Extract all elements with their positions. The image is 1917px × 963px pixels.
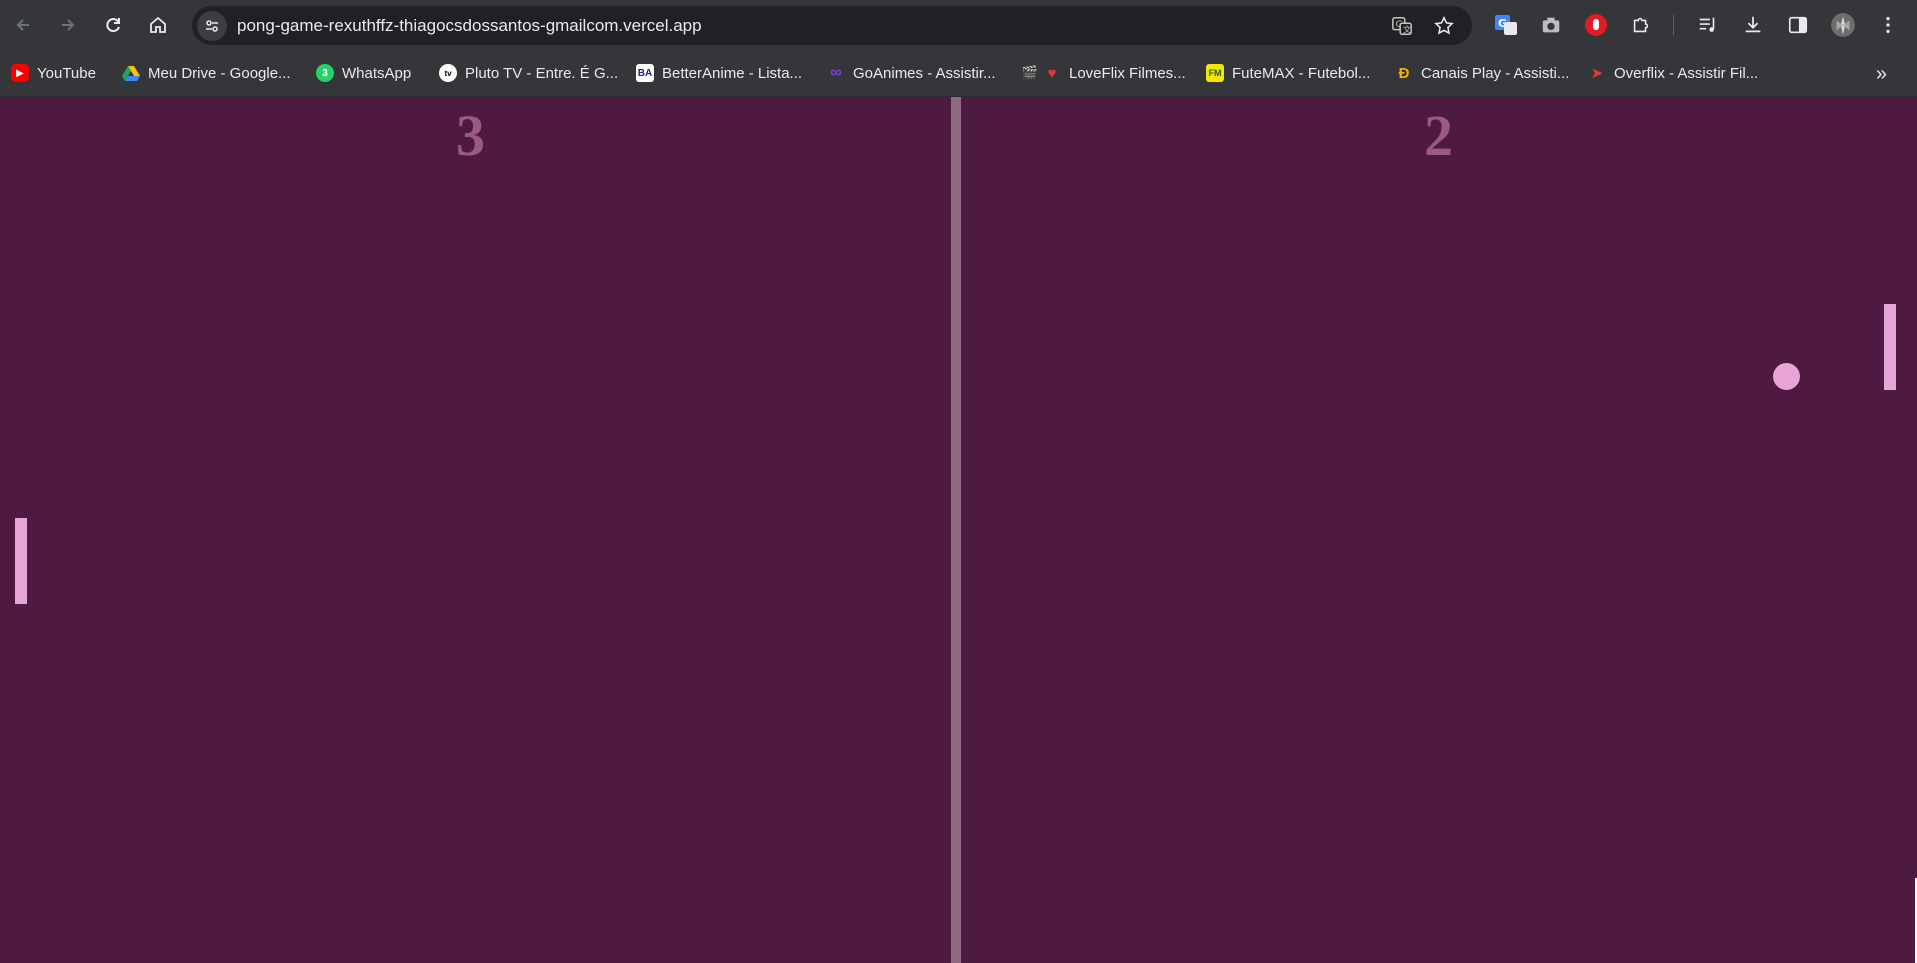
bookmark-whatsapp[interactable]: 3 WhatsApp xyxy=(316,61,411,85)
loveflix-icon: ♥ xyxy=(1047,64,1057,82)
bookmark-meu-drive[interactable]: Meu Drive - Google... xyxy=(122,61,291,85)
bookmark-label: YouTube xyxy=(37,64,96,82)
browser-toolbar: pong-game-rexuthffz-thiagocsdossantos-gm… xyxy=(0,0,1917,51)
google-drive-icon xyxy=(122,64,140,82)
bookmark-label: Meu Drive - Google... xyxy=(148,64,291,82)
bookmark-pluto-tv[interactable]: tv Pluto TV - Entre. É G... xyxy=(439,61,618,85)
home-button[interactable] xyxy=(140,7,176,43)
betteranime-icon: BA xyxy=(636,64,654,82)
reload-button[interactable] xyxy=(95,7,131,43)
translate-page-button[interactable]: G文 xyxy=(1390,14,1414,38)
side-panel-icon xyxy=(1788,16,1808,34)
bookmark-label: WhatsApp xyxy=(342,64,412,82)
bookmarks-bar: ▶ YouTube Meu Drive - Google... 3 WhatsA… xyxy=(0,51,1917,97)
bookmark-label: Canais Play - Assisti... xyxy=(1421,64,1570,82)
adblock-extension[interactable] xyxy=(1583,12,1609,38)
goanimes-icon: ∞ xyxy=(830,64,842,81)
toolbar-separator xyxy=(1673,15,1674,35)
chevron-double-right-icon: » xyxy=(1875,63,1887,85)
overflix-icon: ➤ xyxy=(1590,65,1604,82)
puzzle-icon xyxy=(1633,17,1649,33)
star-icon xyxy=(1434,15,1454,35)
tune-icon xyxy=(206,19,218,32)
profile-button[interactable] xyxy=(1830,12,1856,38)
ball xyxy=(1773,363,1800,390)
more-vertical-icon xyxy=(1886,16,1890,34)
pluto-tv-icon: tv xyxy=(439,64,457,82)
left-player-score: 3 xyxy=(456,103,485,168)
arrow-right-icon xyxy=(62,19,75,31)
futemax-icon: FM xyxy=(1206,64,1224,82)
whatsapp-icon: 3 xyxy=(316,64,334,82)
address-bar[interactable]: pong-game-rexuthffz-thiagocsdossantos-gm… xyxy=(192,6,1472,45)
screenshot-extension[interactable] xyxy=(1538,12,1564,38)
url-text[interactable]: pong-game-rexuthffz-thiagocsdossantos-gm… xyxy=(237,6,702,45)
bookmark-label: Overflix - Assistir Fil... xyxy=(1614,64,1759,82)
pong-game-board[interactable]: 3 2 xyxy=(0,97,1917,963)
google-translate-extension[interactable]: G xyxy=(1493,12,1519,38)
bookmark-futemax[interactable]: FM FuteMAX - Futebol... xyxy=(1206,61,1370,85)
center-net xyxy=(951,97,961,963)
download-icon xyxy=(1745,16,1761,33)
bookmark-label: FuteMAX - Futebol... xyxy=(1232,64,1371,82)
bookmark-star-button[interactable] xyxy=(1432,14,1456,38)
youtube-icon: ▶ xyxy=(11,64,29,82)
stop-hand-icon xyxy=(1585,14,1607,36)
reload-icon xyxy=(106,18,120,33)
bookmark-loveflix[interactable]: 🎬 ♥ LoveFlix Filmes... xyxy=(1021,61,1186,85)
bookmark-goanimes[interactable]: ∞ GoAnimes - Assistir... xyxy=(827,61,996,85)
left-paddle xyxy=(15,518,27,604)
bookmark-youtube[interactable]: ▶ YouTube xyxy=(11,61,96,85)
back-button[interactable] xyxy=(5,7,41,43)
translate-icon: G文 xyxy=(1392,17,1412,35)
side-panel-button[interactable] xyxy=(1785,12,1811,38)
bookmark-label: GoAnimes - Assistir... xyxy=(853,64,996,82)
google-translate-icon: G xyxy=(1495,15,1517,35)
canais-play-icon: Ð xyxy=(1398,64,1410,82)
camera-icon xyxy=(1542,17,1560,33)
downloads-button[interactable] xyxy=(1740,12,1766,38)
svg-text:文: 文 xyxy=(1403,24,1411,34)
home-icon xyxy=(150,16,166,33)
chrome-menu-button[interactable] xyxy=(1875,12,1901,38)
bookmark-betteranime[interactable]: BA BetterAnime - Lista... xyxy=(636,61,802,85)
site-info-button[interactable] xyxy=(197,10,227,41)
bookmark-canais-play[interactable]: Ð Canais Play - Assisti... xyxy=(1395,61,1570,85)
right-player-score: 2 xyxy=(1424,103,1453,168)
right-paddle xyxy=(1884,304,1896,390)
media-controls-button[interactable] xyxy=(1695,12,1721,38)
playlist-music-icon xyxy=(1699,17,1715,32)
extensions-button[interactable] xyxy=(1628,12,1654,38)
bookmark-label: BetterAnime - Lista... xyxy=(662,64,803,82)
bookmark-overflix[interactable]: ➤ Overflix - Assistir Fil... xyxy=(1588,61,1758,85)
bookmark-label: Pluto TV - Entre. É G... xyxy=(465,64,619,82)
forward-button[interactable] xyxy=(50,7,86,43)
arrow-left-icon xyxy=(16,19,29,31)
bookmark-label: LoveFlix Filmes... xyxy=(1069,64,1186,82)
avatar-icon xyxy=(1831,13,1855,37)
clapperboard-icon: 🎬 xyxy=(1021,65,1039,80)
more-bookmarks-button[interactable]: » xyxy=(1876,63,1887,86)
